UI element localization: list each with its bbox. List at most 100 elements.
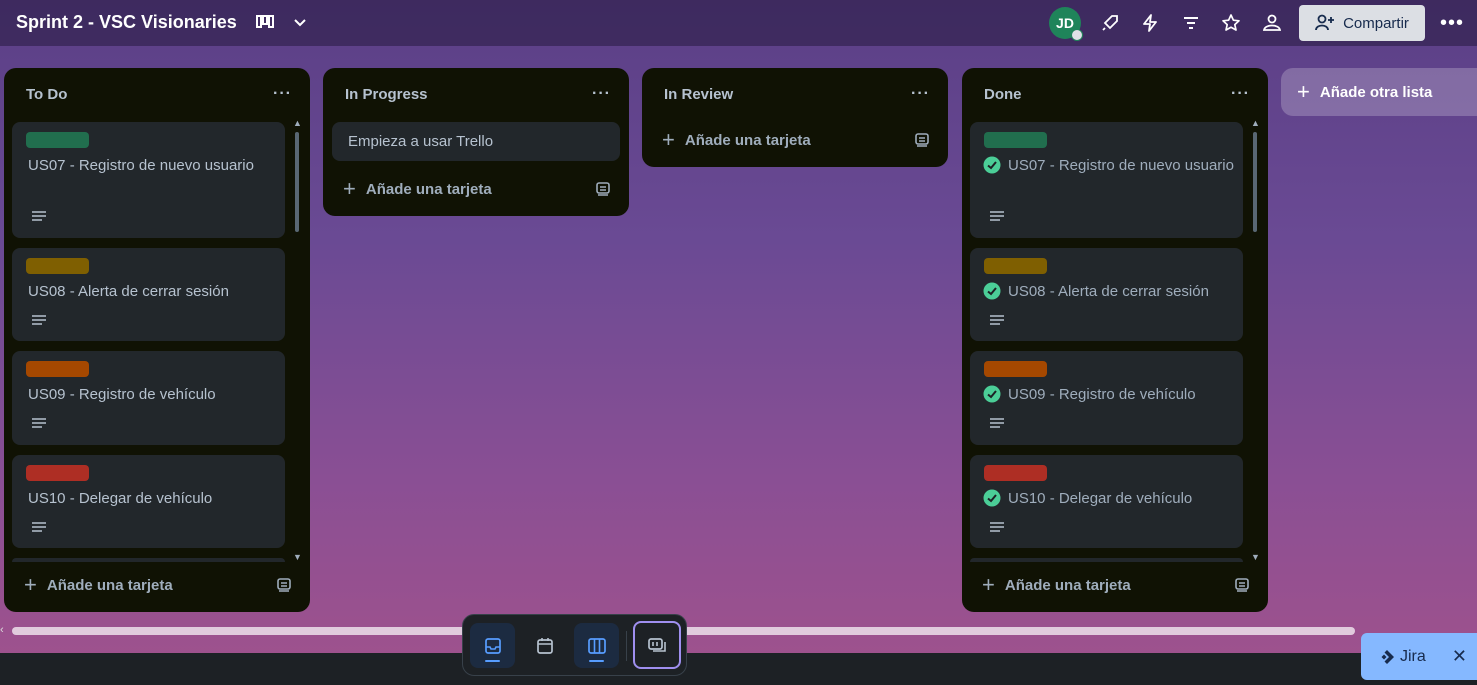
list-menu-icon[interactable]: ··· — [911, 85, 930, 103]
plus-icon: + — [343, 176, 356, 201]
scroll-left-arrow-icon[interactable]: ‹ — [0, 624, 4, 636]
description-icon — [32, 315, 46, 325]
bottom-strip — [0, 653, 1477, 685]
card-title: US07 - Registro de nuevo usuario — [1008, 157, 1234, 174]
card-title: Empieza a usar Trello — [348, 133, 494, 150]
template-icon[interactable] — [914, 133, 930, 147]
card-label[interactable] — [984, 258, 1047, 274]
check-circle-icon[interactable] — [983, 156, 1001, 174]
template-icon[interactable] — [595, 182, 611, 196]
list-title[interactable]: In Review — [664, 86, 733, 103]
card-title: US08 - Alerta de cerrar sesión — [28, 283, 229, 300]
card-title: US10 - Delegar de vehículo — [1008, 490, 1193, 507]
filter-icon[interactable] — [1180, 12, 1202, 34]
add-list-label: Añade otra lista — [1319, 83, 1433, 101]
add-card-label: Añade una tarjeta — [1004, 576, 1131, 594]
more-icon[interactable]: ••• — [1440, 12, 1464, 35]
close-icon[interactable]: ✕ — [1452, 646, 1467, 667]
card-label[interactable] — [26, 465, 89, 481]
list-in-review: In Review ··· + Añade una tarjeta — [642, 68, 948, 167]
view-dock — [462, 614, 687, 676]
add-card-button[interactable]: + Añade una tarjeta — [323, 169, 629, 209]
admin-badge-icon — [1071, 29, 1083, 41]
description-icon — [990, 418, 1004, 428]
card[interactable]: US08 - Alerta de cerrar sesión — [12, 248, 285, 341]
card-title: US08 - Alerta de cerrar sesión — [1008, 283, 1209, 300]
card[interactable]: US09 - Registro de vehículo — [12, 351, 285, 445]
card-label[interactable] — [984, 361, 1047, 377]
card-label[interactable] — [984, 465, 1047, 481]
plus-icon: + — [982, 572, 995, 597]
power-up-icon[interactable] — [1099, 12, 1121, 34]
switch-boards-button[interactable] — [633, 621, 681, 669]
list-menu-icon[interactable]: ··· — [1231, 85, 1250, 103]
list-todo: To Do ··· US07 - Registro de nuevo usuar… — [4, 68, 310, 612]
description-icon — [32, 522, 46, 532]
card-partial — [970, 558, 1243, 562]
card-title: US07 - Registro de nuevo usuario — [28, 157, 254, 174]
list-scrollbar[interactable]: ▲ ▼ — [1251, 118, 1260, 562]
description-icon — [32, 418, 46, 428]
chevron-down-icon[interactable] — [292, 14, 308, 30]
list-menu-icon[interactable]: ··· — [273, 85, 292, 103]
list-menu-icon[interactable]: ··· — [592, 85, 611, 103]
check-circle-icon[interactable] — [983, 489, 1001, 507]
board-view-icon[interactable] — [254, 11, 276, 33]
check-circle-icon[interactable] — [983, 282, 1001, 300]
card[interactable]: US09 - Registro de vehículo — [970, 351, 1243, 445]
template-icon[interactable] — [1234, 578, 1250, 592]
star-icon[interactable] — [1220, 12, 1242, 34]
card-title: US09 - Registro de vehículo — [28, 386, 216, 403]
inbox-button[interactable] — [470, 623, 515, 668]
add-card-label: Añade una tarjeta — [684, 131, 811, 149]
add-card-label: Añade una tarjeta — [46, 576, 173, 594]
add-list-button[interactable]: + Añade otra lista — [1281, 68, 1477, 116]
list-title[interactable]: In Progress — [345, 86, 428, 103]
plus-icon: + — [662, 127, 675, 152]
automation-icon[interactable] — [1139, 12, 1161, 34]
avatar[interactable]: JD — [1049, 7, 1083, 41]
dock-divider — [626, 631, 627, 661]
card[interactable]: US07 - Registro de nuevo usuario — [12, 122, 285, 238]
jira-icon — [1381, 649, 1394, 664]
board-header: Sprint 2 - VSC Visionaries JD Compartir … — [0, 0, 1477, 46]
list-title[interactable]: Done — [984, 86, 1022, 103]
description-icon — [990, 522, 1004, 532]
list-title[interactable]: To Do — [26, 86, 67, 103]
calendar-icon — [536, 637, 553, 654]
card-partial — [12, 558, 285, 562]
card-label[interactable] — [26, 258, 89, 274]
add-card-button[interactable]: + Añade una tarjeta — [962, 565, 1268, 605]
plus-icon: + — [1297, 79, 1310, 104]
jira-widget[interactable]: Jira ✕ — [1361, 633, 1477, 680]
view-switcher[interactable] — [254, 11, 308, 33]
card[interactable]: US10 - Delegar de vehículo — [970, 455, 1243, 548]
card-label[interactable] — [26, 132, 89, 148]
check-circle-icon[interactable] — [983, 385, 1001, 403]
board-title[interactable]: Sprint 2 - VSC Visionaries — [16, 12, 237, 33]
add-card-button[interactable]: + Añade una tarjeta — [4, 565, 310, 605]
card-label[interactable] — [984, 132, 1047, 148]
card[interactable]: Empieza a usar Trello — [332, 122, 620, 161]
avatar-initials: JD — [1056, 15, 1074, 31]
card-label[interactable] — [26, 361, 89, 377]
add-card-button[interactable]: + Añade una tarjeta — [642, 120, 948, 160]
visibility-icon[interactable] — [1261, 12, 1283, 34]
share-button[interactable]: Compartir — [1299, 5, 1425, 41]
list-scrollbar[interactable]: ▲ ▼ — [293, 118, 302, 562]
card-title: US10 - Delegar de vehículo — [28, 490, 213, 507]
description-icon — [32, 211, 46, 221]
description-icon — [990, 315, 1004, 325]
card[interactable]: US07 - Registro de nuevo usuario — [970, 122, 1243, 238]
board-icon — [587, 637, 606, 654]
switch-boards-icon — [648, 638, 666, 652]
template-icon[interactable] — [276, 578, 292, 592]
description-icon — [990, 211, 1004, 221]
add-card-label: Añade una tarjeta — [365, 180, 492, 198]
card[interactable]: US08 - Alerta de cerrar sesión — [970, 248, 1243, 341]
inbox-icon — [484, 637, 501, 654]
planner-button[interactable] — [522, 623, 567, 668]
board-button[interactable] — [574, 623, 619, 668]
share-label: Compartir — [1343, 14, 1409, 32]
card[interactable]: US10 - Delegar de vehículo — [12, 455, 285, 548]
